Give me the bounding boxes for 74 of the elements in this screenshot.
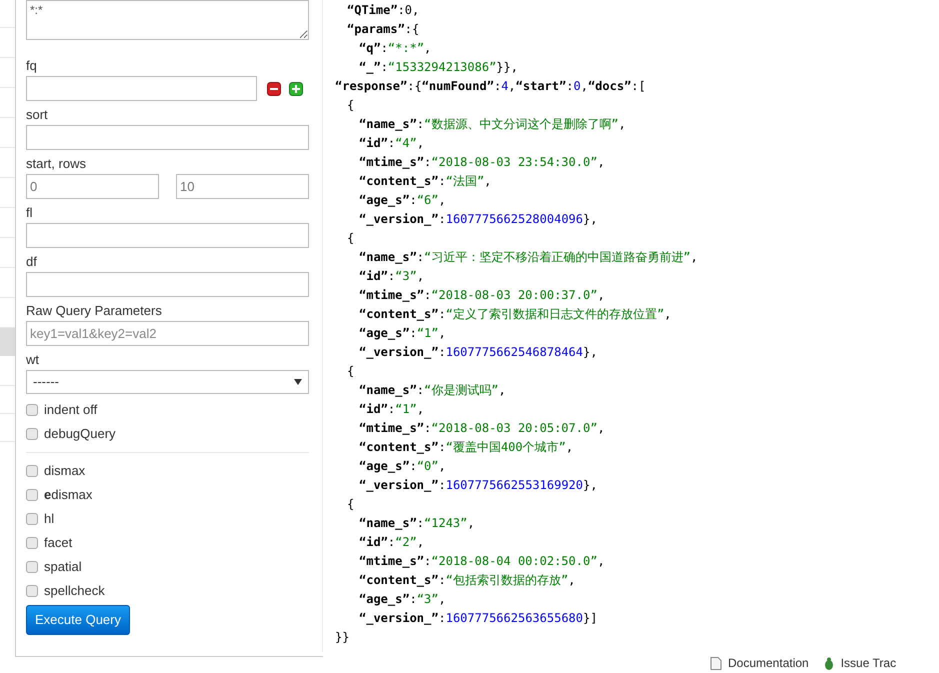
code-line: “content_s”:“包括索引数据的存放”, [359,572,576,588]
code-line: “content_s”:“法国”, [359,172,492,190]
checkbox-label: spatial [44,558,82,576]
code-line: “mtime_s”:“2018-08-03 20:05:07.0”, [359,420,605,436]
code-line: “content_s”:“覆盖中国400个城市”, [359,438,574,456]
code-line: “mtime_s”:“2018-08-04 00:02:50.0”, [359,552,605,570]
code-line: “age_s”:“0”, [359,458,446,474]
code-line: “id”:“1”, [359,400,424,418]
field-label: start, rows [26,156,87,172]
code-line: “_version_”:1607775662563655680}] [359,610,598,626]
checkbox-label: edismax [44,486,92,504]
code-line: “mtime_s”:“2018-08-03 20:00:37.0”, [359,286,605,304]
checkbox[interactable] [26,428,38,440]
input-field[interactable] [26,76,257,101]
input-field[interactable]: 10 [176,174,310,199]
input-field[interactable] [26,125,310,150]
code-line: “name_s”:“习近平：坚定不移沿着正确的中国道路奋勇前进”, [359,248,698,266]
checkbox-label: spellcheck [44,582,105,600]
input-field[interactable]: 0 [26,174,159,199]
code-line: “name_s”:“1243”, [359,514,475,532]
code-line: “_version_”:1607775662528004096}, [359,210,598,228]
footer-link[interactable]: Issue Trac [822,656,896,671]
code-line: “_version_”:1607775662553169920}, [359,476,598,494]
bug-icon [822,657,835,670]
code-line: { [347,96,354,114]
checkbox[interactable] [26,404,38,416]
code-line: }} [335,628,350,646]
footer-link[interactable]: Documentation [710,656,809,671]
add-icon[interactable] [289,82,303,96]
code-line: { [347,496,354,512]
code-line: “age_s”:“3”, [359,590,446,608]
code-line: “age_s”:“1”, [359,324,446,342]
execute-query-button[interactable]: Execute Query [26,605,130,635]
code-line: “QTime”:0, [347,2,420,18]
checkbox[interactable] [26,465,38,477]
input-field[interactable] [26,272,310,297]
code-line: “age_s”:“6”, [359,192,446,208]
field-label: fq [26,58,38,74]
field-label: sort [26,107,49,123]
code-line: { [347,230,354,246]
code-line: “mtime_s”:“2018-08-03 23:54:30.0”, [359,154,605,170]
dropdown-caret-icon [294,379,302,385]
code-line: “id”:“2”, [359,534,424,550]
checkbox-label: hl [44,510,54,528]
code-line: “id”:“4”, [359,134,424,152]
checkbox-label: debugQuery [44,425,116,444]
document-icon [710,657,722,670]
input-field[interactable]: key1=val1&key2=val2 [26,321,310,346]
remove-icon[interactable] [267,82,281,96]
code-line: “_version_”:1607775662546878464}, [359,344,598,360]
code-line: “id”:“3”, [359,268,424,284]
checkbox[interactable] [26,561,38,573]
code-line: “name_s”:“数据源、中文分词这个是删除了啊”, [359,116,626,132]
checkbox[interactable] [26,585,38,597]
checkbox-label: indent off [44,401,98,420]
checkbox-label: dismax [44,462,86,480]
field-label: df [26,254,38,270]
checkbox[interactable] [26,537,38,549]
input-field[interactable] [26,223,310,248]
code-line: “q”:“*:*”, [359,40,432,56]
code-line: “name_s”:“你是测试吗”, [359,382,506,398]
code-line: “params”:{ [347,20,420,38]
select-field[interactable]: ------ [26,370,310,394]
query-textarea[interactable]: *:* [26,0,310,40]
code-line: “response”:{“numFound”:4,“start”:0,“docs”:[ [335,78,646,94]
checkbox[interactable] [26,513,38,525]
field-label: fl [26,205,34,221]
field-label: wt [26,352,40,368]
checkbox[interactable] [26,489,38,501]
code-line: “content_s”:“定义了索引数据和日志文件的存放位置”, [359,306,672,322]
code-line: { [347,362,354,380]
code-line: “_”:“1533294213086”}}, [359,58,518,76]
field-label: Raw Query Parameters [26,303,163,319]
checkbox-label: facet [44,534,72,552]
